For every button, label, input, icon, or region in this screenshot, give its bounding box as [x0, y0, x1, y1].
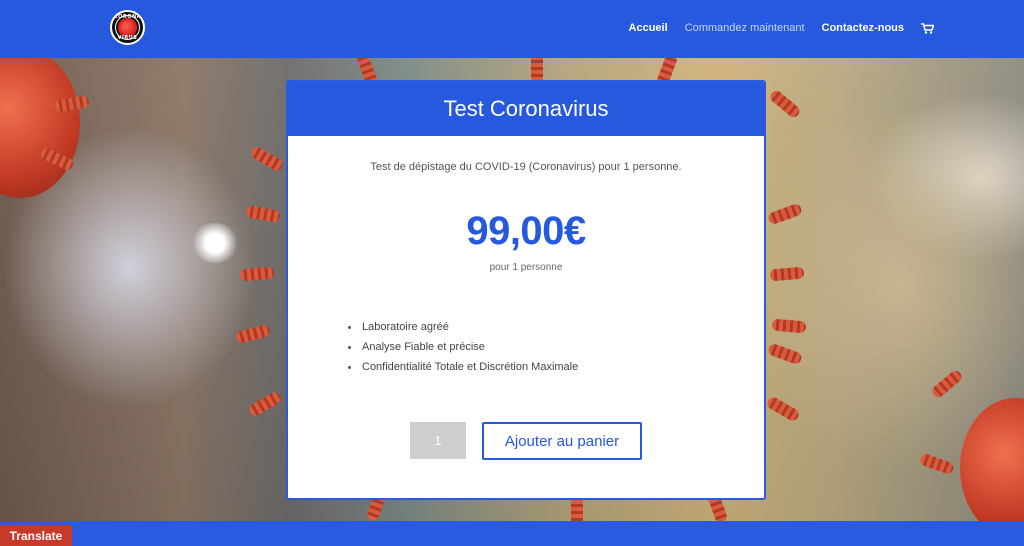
site-header: CORONA VIRUS Accueil Commandez maintenan…: [0, 0, 1024, 58]
product-description: Test de dépistage du COVID-19 (Coronavir…: [370, 161, 682, 173]
nav-link-contactez-nous[interactable]: Contactez-nous: [822, 22, 905, 34]
logo-top-text: CORONA: [113, 14, 142, 20]
add-to-cart-button[interactable]: Ajouter au panier: [482, 422, 642, 460]
product-price: 99,00€: [466, 209, 586, 253]
feature-list: Laboratoire agréé Analyse Fiable et préc…: [346, 317, 578, 377]
nav-link-commandez-maintenant[interactable]: Commandez maintenant: [685, 22, 805, 34]
price-unit: pour 1 personne: [489, 262, 563, 273]
product-title: Test Coronavirus: [443, 96, 609, 121]
product-card: Test Coronavirus Test de dépistage du CO…: [286, 80, 766, 500]
surgical-lamp-glow: [190, 223, 240, 263]
main-navigation: Accueil Commandez maintenant Contactez-n…: [629, 20, 935, 36]
feature-item: Analyse Fiable et précise: [346, 337, 578, 357]
shopping-cart-icon[interactable]: [921, 22, 935, 34]
logo-bottom-text: VIRUS: [117, 35, 138, 41]
coronavirus-logo-icon[interactable]: CORONA VIRUS: [110, 10, 145, 45]
footer-bar: [0, 521, 1024, 546]
quantity-input[interactable]: [410, 422, 466, 459]
feature-item: Confidentialité Totale et Discrétion Max…: [346, 357, 578, 377]
feature-item: Laboratoire agréé: [346, 317, 578, 337]
nav-link-accueil[interactable]: Accueil: [629, 22, 668, 34]
translate-button[interactable]: Translate: [0, 525, 72, 546]
product-card-header: Test Coronavirus: [288, 82, 764, 136]
